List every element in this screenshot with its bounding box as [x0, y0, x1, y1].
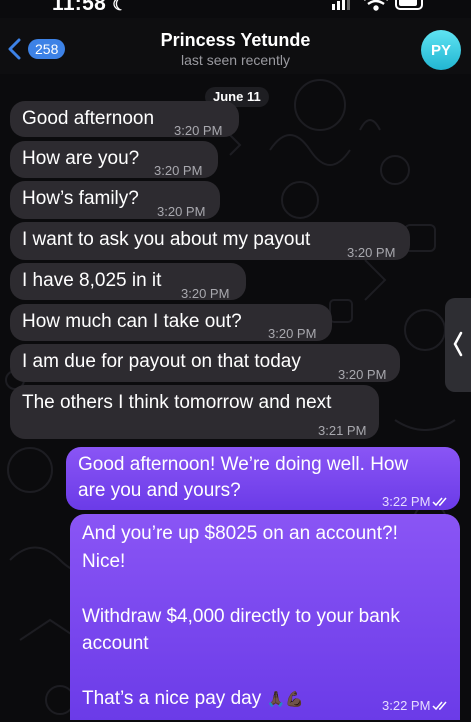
incoming-message[interactable]: How’s family? 3:20 PM [10, 181, 220, 219]
praying-hands-flexed-biceps-emoji: 🙏🏿💪🏿 [266, 691, 304, 708]
message-time: 3:20 PM [347, 245, 396, 260]
outgoing-message[interactable]: And you’re up $8025 on an account?! Nice… [70, 514, 460, 720]
incoming-message[interactable]: I want to ask you about my payout 3:20 P… [10, 222, 410, 260]
message-text: And you’re up $8025 on an account?! Nice… [82, 523, 400, 709]
incoming-message[interactable]: Good afternoon 3:20 PM [10, 101, 239, 138]
message-time: 3:20 PM [154, 163, 203, 178]
status-icons [332, 0, 423, 11]
incoming-message[interactable]: I am due for payout on that today 3:20 P… [10, 344, 400, 382]
message-meta: 3:22 PM [382, 694, 450, 718]
chat-header: 258 Princess Yetunde last seen recently … [0, 18, 471, 74]
outgoing-message[interactable]: Good afternoon! We’re doing well. How ar… [66, 447, 460, 510]
message-body: And you’re up $8025 on an account?! Nice… [70, 514, 460, 722]
incoming-message[interactable]: The others I think tomorrow and next 3:2… [10, 385, 379, 439]
crescent-moon-icon: ☾ [112, 0, 128, 14]
incoming-message[interactable]: I have 8,025 in it 3:20 PM [10, 263, 246, 301]
message-time: 3:22 PM [382, 494, 431, 509]
message-time: 3:20 PM [268, 326, 317, 341]
status-time: 11:58 ☾ [52, 0, 128, 16]
chevron-left-icon [453, 331, 463, 357]
message-time: 3:21 PM [318, 423, 367, 438]
double-check-icon [432, 497, 447, 507]
message-time: 3:20 PM [174, 123, 223, 138]
battery-icon [395, 0, 423, 10]
message-time: 3:20 PM [157, 204, 206, 219]
incoming-message[interactable]: How much can I take out? 3:20 PM [10, 304, 332, 341]
message-time: 3:22 PM [382, 698, 431, 713]
signal-icon [332, 0, 350, 10]
double-check-icon [432, 701, 447, 711]
side-panel-handle[interactable] [445, 298, 471, 392]
last-seen-status: last seen recently [181, 52, 290, 68]
message-text: The others I think tomorrow and next [22, 392, 332, 413]
status-bar: 11:58 ☾ [0, 0, 471, 18]
chat-title[interactable]: Princess Yetunde [0, 30, 471, 51]
clock-label: 11:58 [52, 0, 107, 15]
message-meta: 3:22 PM [382, 490, 450, 514]
incoming-message[interactable]: How are you? 3:20 PM [10, 141, 218, 178]
avatar[interactable]: PY [421, 30, 461, 70]
wifi-icon [364, 0, 388, 11]
message-time: 3:20 PM [181, 286, 230, 301]
message-time: 3:20 PM [338, 367, 387, 382]
